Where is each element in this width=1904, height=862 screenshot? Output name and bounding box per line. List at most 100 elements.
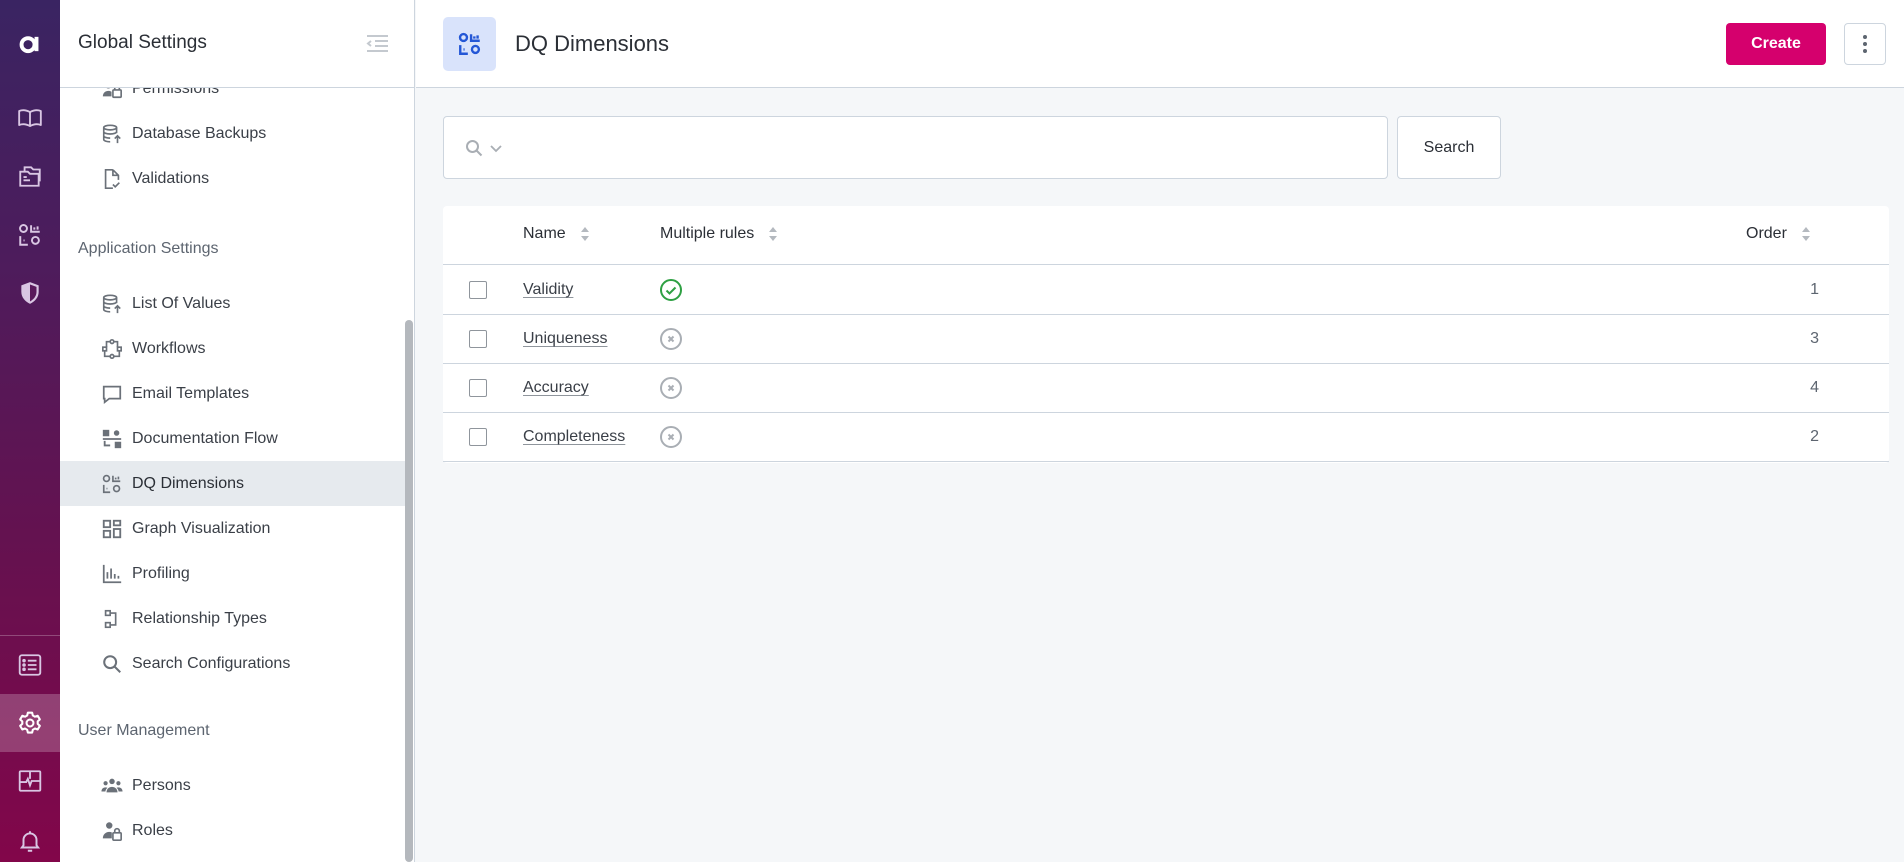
search-field <box>443 116 1388 179</box>
dimension-name-link[interactable]: Completeness <box>523 428 625 446</box>
sort-icon <box>769 227 778 241</box>
table-row: Validity 1 <box>443 266 1889 315</box>
section-title-user-management: User Management <box>78 722 210 739</box>
row-checkbox[interactable] <box>469 330 487 348</box>
sidebar-item-label: Database Backups <box>132 124 267 142</box>
sidebar-item-label: Persons <box>132 776 191 794</box>
sidebar-item-email-templates[interactable]: Email Templates <box>60 371 405 416</box>
rail-monitoring[interactable] <box>0 752 60 810</box>
sidebar-item-persons[interactable]: Persons <box>60 763 405 808</box>
rail-catalog[interactable] <box>0 147 60 205</box>
sidebar-item-permissions[interactable]: Permissions <box>60 88 405 111</box>
table-row: Uniqueness 3 <box>443 315 1889 364</box>
profiling-icon <box>100 562 124 586</box>
email-templates-icon <box>100 382 124 406</box>
column-header-order[interactable]: Order <box>1746 225 1811 243</box>
row-checkbox[interactable] <box>469 379 487 397</box>
sidebar-item-graph-visualization[interactable]: Graph Visualization <box>60 506 405 551</box>
rail-notifications[interactable] <box>0 812 60 862</box>
app-logo[interactable] <box>0 18 60 70</box>
section-title-application-settings: Application Settings <box>78 240 219 257</box>
dq-dimensions-icon <box>458 32 480 55</box>
more-options-button[interactable] <box>1844 23 1886 65</box>
notifications-bell-icon <box>19 831 41 852</box>
rail-settings[interactable] <box>0 694 60 752</box>
search-icon <box>466 140 483 157</box>
chevron-down-icon[interactable] <box>488 140 504 156</box>
sidebar-item-label: Roles <box>132 821 173 839</box>
sidebar-item-database-backups[interactable]: Database Backups <box>60 111 405 156</box>
list-of-values-icon <box>100 292 124 316</box>
dq-dimensions-icon <box>100 472 124 496</box>
sort-icon <box>1801 227 1810 241</box>
tasks-list-icon <box>18 654 42 676</box>
rail-glossary[interactable] <box>0 89 60 147</box>
sidebar-scroll-area: Permissions Database Backups Validations… <box>60 88 414 862</box>
dimension-name-link[interactable]: Uniqueness <box>523 330 608 348</box>
glossary-icon <box>18 109 42 128</box>
row-checkbox[interactable] <box>469 428 487 446</box>
collapse-sidebar-button[interactable] <box>364 32 390 56</box>
column-header-multiple-rules[interactable]: Multiple rules <box>660 225 778 243</box>
settings-sidebar: Global Settings Permissions Database Bac… <box>60 0 415 862</box>
app-rail <box>0 0 60 862</box>
page-header: DQ Dimensions Create <box>416 0 1904 88</box>
dq-icon <box>19 224 40 246</box>
sidebar-item-profiling[interactable]: Profiling <box>60 551 405 596</box>
table-header: Name Multiple rules Order <box>443 206 1889 265</box>
settings-gear-icon <box>19 711 41 734</box>
logo-icon <box>19 36 39 54</box>
sidebar-item-dq-dimensions[interactable]: DQ Dimensions <box>60 461 405 506</box>
column-header-name[interactable]: Name <box>523 225 590 243</box>
rail-governance[interactable] <box>0 264 60 322</box>
sidebar-item-label: Documentation Flow <box>132 429 278 447</box>
cross-circle-icon <box>660 328 682 350</box>
sidebar-item-label: List Of Values <box>132 294 231 312</box>
collapse-menu-icon <box>366 35 388 52</box>
search-button[interactable]: Search <box>1397 116 1501 179</box>
relationship-types-icon <box>100 607 124 631</box>
sidebar-item-list-of-values[interactable]: List Of Values <box>60 281 405 326</box>
catalog-icon <box>19 166 41 187</box>
sidebar-item-label: Email Templates <box>132 384 250 402</box>
cross-circle-icon <box>660 426 682 448</box>
rail-tasks[interactable] <box>0 636 60 694</box>
cross-circle-icon <box>660 377 682 399</box>
create-button[interactable]: Create <box>1726 23 1826 65</box>
sidebar-item-workflows[interactable]: Workflows <box>60 326 405 371</box>
dimension-name-link[interactable]: Validity <box>523 281 573 299</box>
search-input[interactable] <box>514 117 1374 178</box>
sort-icon <box>580 227 589 241</box>
sidebar-title: Global Settings <box>78 32 207 53</box>
sidebar-item-relationship-types[interactable]: Relationship Types <box>60 596 405 641</box>
sidebar-item-validations[interactable]: Validations <box>60 156 405 201</box>
sidebar-item-search-configurations[interactable]: Search Configurations <box>60 641 405 686</box>
sidebar-item-label: Profiling <box>132 564 190 582</box>
column-label: Order <box>1746 225 1787 242</box>
page-title: DQ Dimensions <box>515 31 670 56</box>
sidebar-item-documentation-flow[interactable]: Documentation Flow <box>60 416 405 461</box>
dimension-name-link[interactable]: Accuracy <box>523 379 589 397</box>
order-value: 2 <box>1810 428 1819 445</box>
sidebar-item-label: Workflows <box>132 339 206 357</box>
sidebar-item-label: DQ Dimensions <box>132 474 245 492</box>
more-vertical-icon <box>1863 35 1867 53</box>
order-value: 4 <box>1810 379 1819 396</box>
sidebar-item-label: Search Configurations <box>132 654 291 672</box>
sidebar-header: Global Settings <box>60 0 414 88</box>
permissions-icon <box>100 88 124 101</box>
sidebar-item-roles[interactable]: Roles <box>60 808 405 853</box>
graph-visualization-icon <box>100 517 124 541</box>
row-checkbox[interactable] <box>469 281 487 299</box>
dq-dimensions-table: Name Multiple rules Order Validity 1 Uni… <box>443 206 1889 463</box>
sidebar-item-label: Permissions <box>132 88 220 97</box>
order-value: 1 <box>1810 281 1819 298</box>
monitoring-icon <box>18 770 42 792</box>
table-row: Completeness 2 <box>443 413 1889 462</box>
sidebar-item-label: Validations <box>132 169 210 187</box>
roles-icon <box>100 819 124 843</box>
database-backup-icon <box>100 122 124 146</box>
sidebar-scrollbar[interactable] <box>405 320 413 862</box>
search-configurations-icon <box>100 652 124 676</box>
rail-data-quality[interactable] <box>0 206 60 264</box>
